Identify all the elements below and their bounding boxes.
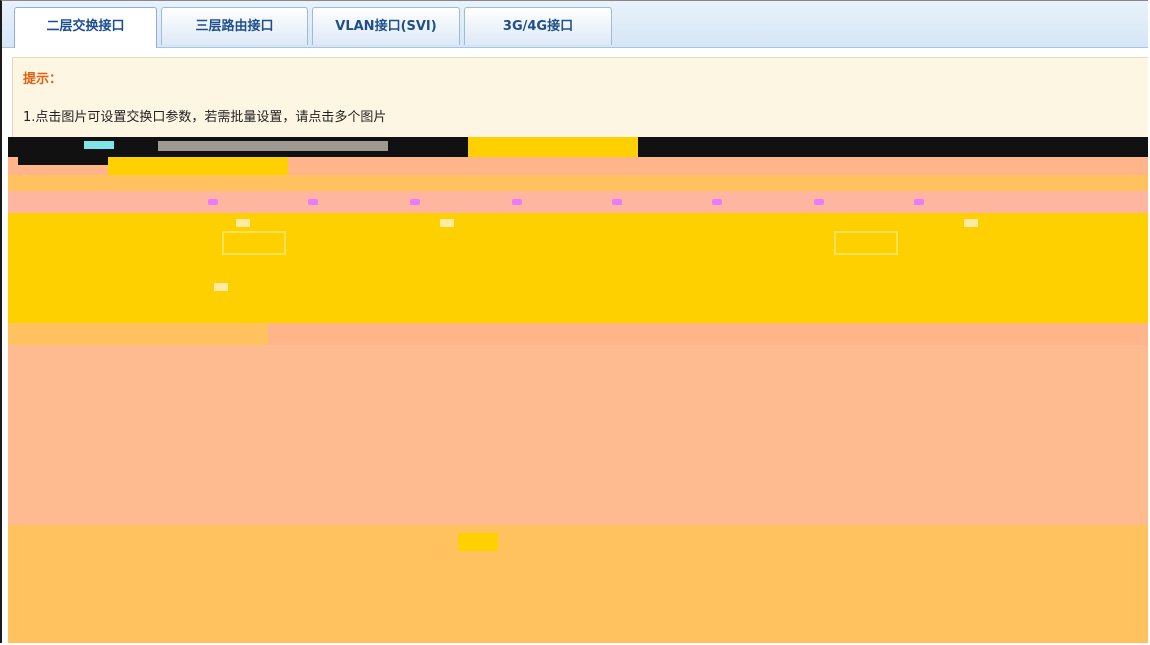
port-marker — [712, 199, 722, 205]
glitch-strip — [108, 157, 288, 175]
glitch-strip — [964, 219, 978, 227]
glitch-strip — [8, 191, 1148, 213]
port-icon[interactable] — [834, 231, 898, 255]
port-marker — [914, 199, 924, 205]
tab-bar: 二层交换接口 三层路由接口 VLAN接口(SVI) 3G/4G接口 — [2, 1, 1148, 48]
hint-panel: 提示： 1.点击图片可设置交换口参数，若需批量设置，请点击多个图片 — [12, 57, 1148, 137]
port-icon[interactable] — [222, 231, 286, 255]
hint-line-1: 1.点击图片可设置交换口参数，若需批量设置，请点击多个图片 — [23, 110, 387, 125]
glitch-strip — [440, 219, 454, 227]
port-marker — [512, 199, 522, 205]
glitch-strip — [84, 141, 114, 149]
tab-vlan-svi-interface[interactable]: VLAN接口(SVI) — [312, 7, 460, 45]
glitch-strip — [214, 283, 228, 291]
port-band — [8, 213, 1148, 323]
port-marker — [612, 199, 622, 205]
app-frame: 二层交换接口 三层路由接口 VLAN接口(SVI) 3G/4G接口 提示： 1.… — [0, 0, 1148, 643]
glitch-strip — [468, 137, 638, 157]
tab-layer2-switch-interface[interactable]: 二层交换接口 — [14, 7, 157, 48]
port-marker — [814, 199, 824, 205]
tab-3g-4g-interface[interactable]: 3G/4G接口 — [464, 7, 612, 45]
glitch-strip — [8, 525, 1148, 643]
glitch-strip — [458, 533, 498, 551]
port-marker — [410, 199, 420, 205]
glitch-strip — [236, 219, 250, 227]
glitch-strip — [8, 345, 1148, 525]
corrupted-render-area — [8, 137, 1148, 643]
tab-layer3-routed-interface[interactable]: 三层路由接口 — [161, 7, 308, 45]
glitch-strip — [158, 141, 388, 151]
hint-title: 提示： — [23, 72, 63, 87]
port-marker — [308, 199, 318, 205]
glitch-strip — [8, 323, 268, 345]
port-marker — [208, 199, 218, 205]
glitch-strip — [8, 175, 1148, 191]
